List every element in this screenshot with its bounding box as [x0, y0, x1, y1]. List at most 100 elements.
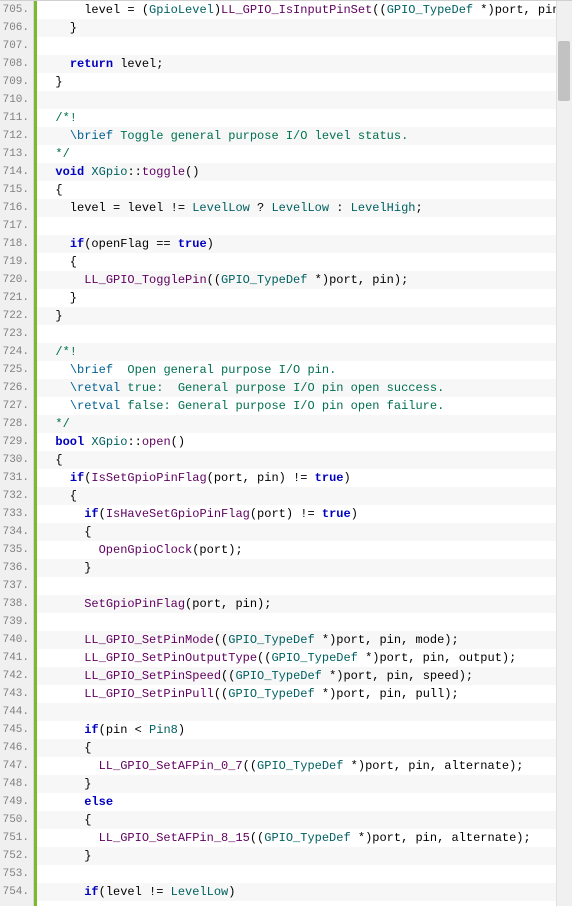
code-line[interactable]: /*!	[37, 109, 572, 127]
token-cmt: false: General purpose I/O pin open fail…	[120, 399, 444, 413]
code-line[interactable]: if(IsSetGpioPinFlag(port, pin) != true)	[37, 469, 572, 487]
token-plain: ;	[415, 201, 422, 215]
code-line[interactable]: return level;	[37, 55, 572, 73]
code-line[interactable]: {	[37, 739, 572, 757]
code-line[interactable]: if(IsHaveSetGpioPinFlag(port) != true)	[37, 505, 572, 523]
code-line[interactable]: LL_GPIO_SetPinPull((GPIO_TypeDef *)port,…	[37, 685, 572, 703]
token-typ: Pin8	[149, 723, 178, 737]
code-line[interactable]: /*!	[37, 343, 572, 361]
code-line[interactable]: }	[37, 775, 572, 793]
token-typ: GPIO_TypeDef	[387, 3, 473, 17]
code-line[interactable]: LL_GPIO_SetAFPin_0_7((GPIO_TypeDef *)por…	[37, 757, 572, 775]
code-line[interactable]: }	[37, 559, 572, 577]
code-line[interactable]: OpenGpioClock(port);	[37, 541, 572, 559]
token-plain	[41, 543, 99, 557]
token-fn: LL_GPIO_SetPinPull	[84, 687, 214, 701]
token-plain: *)port, pin, alternate);	[351, 831, 531, 845]
token-typ: GPIO_TypeDef	[228, 687, 314, 701]
code-line[interactable]: void XGpio::toggle()	[37, 163, 572, 181]
token-typ: XGpio	[91, 165, 127, 179]
line-number: 733.	[0, 505, 33, 523]
token-plain	[41, 831, 99, 845]
code-line[interactable]: {	[37, 451, 572, 469]
token-plain	[41, 57, 70, 71]
code-line[interactable]: level = (GpioLevel)LL_GPIO_IsInputPinSet…	[37, 1, 572, 19]
code-line[interactable]: */	[37, 415, 572, 433]
code-line[interactable]: {	[37, 487, 572, 505]
token-plain: ((	[257, 651, 271, 665]
token-plain: (port);	[192, 543, 242, 557]
token-fn: IsHaveSetGpioPinFlag	[106, 507, 250, 521]
code-line[interactable]: LL_GPIO_SetPinOutputType((GPIO_TypeDef *…	[37, 649, 572, 667]
code-line[interactable]	[37, 325, 572, 343]
line-number: 752.	[0, 847, 33, 865]
line-number: 736.	[0, 559, 33, 577]
code-line[interactable]: \retval false: General purpose I/O pin o…	[37, 397, 572, 415]
code-line[interactable]: if(level != LevelLow)	[37, 883, 572, 901]
code-line[interactable]: {	[37, 811, 572, 829]
code-line[interactable]: LL_GPIO_SetAFPin_8_15((GPIO_TypeDef *)po…	[37, 829, 572, 847]
token-typ: GPIO_TypeDef	[271, 651, 357, 665]
line-number: 715.	[0, 181, 33, 199]
code-editor[interactable]: 705.706.707.708.709.710.711.712.713.714.…	[0, 0, 572, 906]
code-line[interactable]: LL_GPIO_SetPinMode((GPIO_TypeDef *)port,…	[37, 631, 572, 649]
vertical-scrollbar[interactable]	[556, 1, 572, 906]
token-fn: LL_GPIO_SetPinSpeed	[84, 669, 221, 683]
line-number: 707.	[0, 37, 33, 55]
token-plain	[41, 507, 84, 521]
line-number: 724.	[0, 343, 33, 361]
code-line[interactable]: }	[37, 19, 572, 37]
code-line[interactable]: SetGpioPinFlag(port, pin);	[37, 595, 572, 613]
code-line[interactable]: \brief Open general purpose I/O pin.	[37, 361, 572, 379]
line-number: 749.	[0, 793, 33, 811]
code-line[interactable]: LL_GPIO_TogglePin((GPIO_TypeDef *)port, …	[37, 271, 572, 289]
token-plain: level = (	[41, 3, 149, 17]
token-typ: GPIO_TypeDef	[235, 669, 321, 683]
line-number-gutter: 705.706.707.708.709.710.711.712.713.714.…	[0, 1, 34, 906]
code-line[interactable]	[37, 613, 572, 631]
token-plain: ((	[243, 759, 257, 773]
line-number: 709.	[0, 73, 33, 91]
code-area[interactable]: level = (GpioLevel)LL_GPIO_IsInputPinSet…	[37, 1, 572, 906]
code-line[interactable]: if(openFlag == true)	[37, 235, 572, 253]
code-line[interactable]	[37, 91, 572, 109]
line-number: 737.	[0, 577, 33, 595]
code-line[interactable]	[37, 217, 572, 235]
code-line[interactable]: }	[37, 307, 572, 325]
token-plain: {	[41, 813, 91, 827]
code-line[interactable]: }	[37, 73, 572, 91]
token-plain	[41, 687, 84, 701]
token-typ: LevelLow	[271, 201, 329, 215]
line-number: 730.	[0, 451, 33, 469]
line-number: 723.	[0, 325, 33, 343]
code-line[interactable]	[37, 37, 572, 55]
token-plain: (openFlag ==	[84, 237, 178, 251]
code-line[interactable]: \brief Toggle general purpose I/O level …	[37, 127, 572, 145]
code-line[interactable]: {	[37, 253, 572, 271]
code-line[interactable]: else	[37, 793, 572, 811]
token-doc: \retval	[70, 381, 120, 395]
code-line[interactable]	[37, 577, 572, 595]
line-number: 754.	[0, 883, 33, 901]
line-number: 725.	[0, 361, 33, 379]
code-line[interactable]: }	[37, 289, 572, 307]
code-line[interactable]: }	[37, 847, 572, 865]
code-line[interactable]	[37, 703, 572, 721]
code-line[interactable]: LL_GPIO_SetPinSpeed((GPIO_TypeDef *)port…	[37, 667, 572, 685]
token-fn: IsSetGpioPinFlag	[91, 471, 206, 485]
code-line[interactable]: {	[37, 181, 572, 199]
token-plain: (port, pin) !=	[207, 471, 315, 485]
line-number: 718.	[0, 235, 33, 253]
code-line[interactable]: bool XGpio::open()	[37, 433, 572, 451]
token-plain: {	[41, 183, 63, 197]
code-line[interactable]: \retval true: General purpose I/O pin op…	[37, 379, 572, 397]
code-line[interactable]	[37, 865, 572, 883]
code-line[interactable]: level = level != LevelLow ? LevelLow : L…	[37, 199, 572, 217]
token-fn: LL_GPIO_SetAFPin_0_7	[99, 759, 243, 773]
token-plain: {	[41, 489, 77, 503]
code-line[interactable]: */	[37, 145, 572, 163]
scrollbar-thumb[interactable]	[558, 41, 570, 101]
code-line[interactable]: if(pin < Pin8)	[37, 721, 572, 739]
code-line[interactable]: {	[37, 523, 572, 541]
token-typ: GPIO_TypeDef	[228, 633, 314, 647]
